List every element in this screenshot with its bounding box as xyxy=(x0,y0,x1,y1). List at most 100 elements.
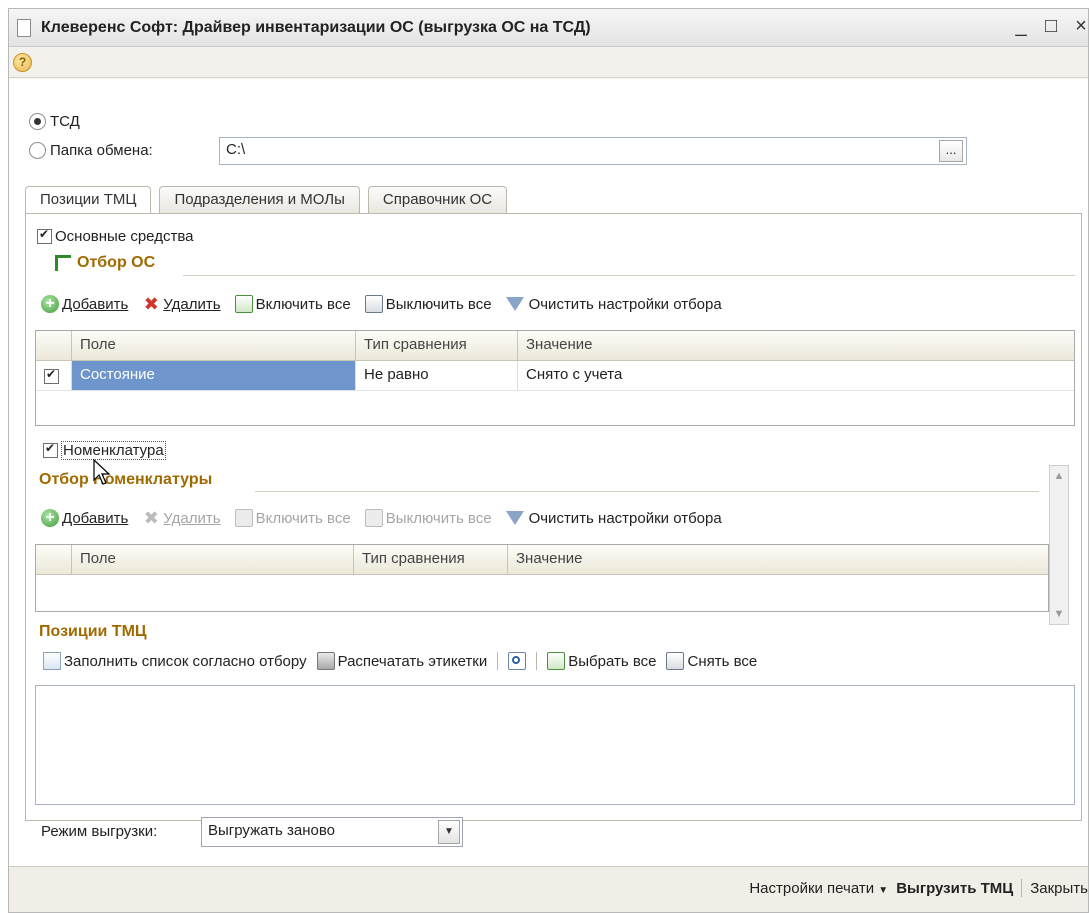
os-delete-button[interactable]: ✖ Удалить xyxy=(142,294,221,314)
nom-delete-button[interactable]: ✖ Удалить xyxy=(142,508,221,528)
cell-field[interactable]: Состояние xyxy=(72,361,356,390)
radio-folder[interactable] xyxy=(29,142,46,159)
radio-folder-row[interactable]: Папка обмена: xyxy=(29,142,153,159)
maximize-button[interactable]: □ xyxy=(1040,15,1062,38)
close-button[interactable]: Закрыть xyxy=(1030,880,1088,897)
radio-folder-label: Папка обмена: xyxy=(50,142,153,159)
close-window-button[interactable]: × xyxy=(1070,15,1088,38)
add-icon: + xyxy=(41,295,59,313)
os-disable-all-button[interactable]: Выключить все xyxy=(364,295,492,313)
find-button[interactable] xyxy=(508,652,527,670)
tab-strip: Позиции ТМЦ Подразделения и МОЛы Справоч… xyxy=(25,186,515,216)
footer-separator xyxy=(1021,879,1023,897)
cell-comparison[interactable]: Не равно xyxy=(356,361,518,390)
column-comparison[interactable]: Тип сравнения xyxy=(356,331,518,360)
command-bar: ? xyxy=(9,48,1088,78)
nom-checkbox-row[interactable]: Номенклатура xyxy=(43,441,166,460)
column-field[interactable]: Поле xyxy=(72,545,354,574)
browse-folder-button[interactable]: ... xyxy=(939,140,963,162)
nom-add-button[interactable]: + Добавить xyxy=(41,509,128,527)
nom-checkbox[interactable] xyxy=(43,441,58,458)
table-header: Поле Тип сравнения Значение xyxy=(36,545,1048,575)
export-mode-value: Выгружать заново xyxy=(208,822,335,839)
window-controls: _ □ × xyxy=(1010,15,1088,38)
radio-tsd[interactable] xyxy=(29,113,46,130)
footer-actions: Настройки печати ▼ Выгрузить ТМЦ Закрыть xyxy=(749,879,1088,897)
help-icon[interactable]: ? xyxy=(13,53,32,72)
filter-scrollbar[interactable]: ▲ ▼ xyxy=(1049,465,1069,625)
positions-toolbar: Заполнить список согласно отбору Распеча… xyxy=(43,652,757,670)
check-all-icon xyxy=(234,509,253,527)
magnifier-icon xyxy=(508,652,527,670)
toolbar-separator xyxy=(497,652,499,670)
check-all-icon xyxy=(547,652,566,670)
table-header: Поле Тип сравнения Значение xyxy=(36,331,1074,361)
column-comparison[interactable]: Тип сравнения xyxy=(354,545,508,574)
os-filter-table: Поле Тип сравнения Значение Состояние Не… xyxy=(35,330,1075,426)
main-window: Клеверенс Софт: Драйвер инвентаризации О… xyxy=(8,8,1089,913)
toolbar-separator xyxy=(536,652,538,670)
delete-icon: ✖ xyxy=(143,508,159,528)
nom-filter-title: Отбор Номенклатуры xyxy=(39,471,213,488)
nom-enable-all-button[interactable]: Включить все xyxy=(234,509,351,527)
cell-value[interactable]: Снято с учета xyxy=(518,361,1074,390)
os-filter-divider xyxy=(183,275,1075,276)
nom-filter-divider xyxy=(255,491,1039,492)
uncheck-all-icon xyxy=(666,652,685,670)
row-checkbox[interactable] xyxy=(44,367,59,384)
window-title: Клеверенс Софт: Драйвер инвентаризации О… xyxy=(41,18,591,36)
dropdown-arrow-icon: ▼ xyxy=(878,884,889,896)
export-button[interactable]: Выгрузить ТМЦ xyxy=(896,880,1013,897)
document-icon xyxy=(17,18,31,37)
nom-disable-all-button[interactable]: Выключить все xyxy=(364,509,492,527)
nom-clear-filter-button[interactable]: Очистить настройки отбора xyxy=(505,510,722,527)
nom-checkbox-label: Номенклатура xyxy=(61,441,166,460)
select-all-button[interactable]: Выбрать все xyxy=(547,652,656,670)
tab-positions[interactable]: Позиции ТМЦ xyxy=(25,186,152,216)
table-row[interactable]: Состояние Не равно Снято с учета xyxy=(36,361,1074,391)
mouse-cursor-icon xyxy=(93,459,111,485)
print-settings-button[interactable]: Настройки печати ▼ xyxy=(749,880,888,897)
os-checkbox-row[interactable]: Основные средства xyxy=(37,227,194,245)
delete-icon: ✖ xyxy=(143,294,159,314)
export-mode-select[interactable]: Выгружать заново ▼ xyxy=(201,817,463,847)
os-filter-header: Отбор ОС xyxy=(55,254,155,272)
exchange-folder-input[interactable]: C:\ xyxy=(219,137,967,165)
chevron-down-icon[interactable]: ▼ xyxy=(438,820,460,844)
tree-filter-icon xyxy=(55,255,71,271)
positions-title: Позиции ТМЦ xyxy=(39,623,147,640)
radio-tsd-row[interactable]: ТСД xyxy=(29,113,80,130)
unselect-all-button[interactable]: Снять все xyxy=(666,652,757,670)
title-bar: Клеверенс Софт: Драйвер инвентаризации О… xyxy=(9,9,1088,47)
clear-filter-icon xyxy=(505,297,524,311)
os-add-button[interactable]: + Добавить xyxy=(41,295,128,313)
os-enable-all-button[interactable]: Включить все xyxy=(234,295,351,313)
nom-filter-toolbar: + Добавить ✖ Удалить Включить все Выключ… xyxy=(41,509,722,527)
check-all-icon xyxy=(234,295,253,313)
os-clear-filter-button[interactable]: Очистить настройки отбора xyxy=(505,296,722,313)
positions-list[interactable] xyxy=(35,685,1075,805)
os-checkbox[interactable] xyxy=(37,227,52,244)
fill-list-button[interactable]: Заполнить список согласно отбору xyxy=(43,652,307,670)
clear-filter-icon xyxy=(505,511,524,525)
printer-icon xyxy=(316,652,335,670)
column-value[interactable]: Значение xyxy=(518,331,1074,360)
os-filter-toolbar: + Добавить ✖ Удалить Включить все Выключ… xyxy=(41,295,722,313)
uncheck-all-icon xyxy=(364,509,383,527)
column-field[interactable]: Поле xyxy=(72,331,356,360)
footer-bar: Настройки печати ▼ Выгрузить ТМЦ Закрыть xyxy=(9,866,1088,912)
column-value[interactable]: Значение xyxy=(508,545,1048,574)
export-mode-label: Режим выгрузки: xyxy=(41,823,158,840)
tab-os-catalog[interactable]: Справочник ОС xyxy=(367,186,508,214)
fill-list-icon xyxy=(43,652,61,670)
scroll-down-icon[interactable]: ▼ xyxy=(1050,604,1068,624)
print-labels-button[interactable]: Распечатать этикетки xyxy=(316,652,487,670)
radio-tsd-label: ТСД xyxy=(50,113,80,130)
os-filter-title: Отбор ОС xyxy=(77,254,156,271)
uncheck-all-icon xyxy=(364,295,383,313)
nom-filter-table: Поле Тип сравнения Значение xyxy=(35,544,1049,612)
minimize-button[interactable]: _ xyxy=(1010,15,1032,38)
os-checkbox-label: Основные средства xyxy=(55,228,194,245)
tab-departments[interactable]: Подразделения и МОЛы xyxy=(159,186,360,214)
scroll-up-icon[interactable]: ▲ xyxy=(1050,466,1068,486)
